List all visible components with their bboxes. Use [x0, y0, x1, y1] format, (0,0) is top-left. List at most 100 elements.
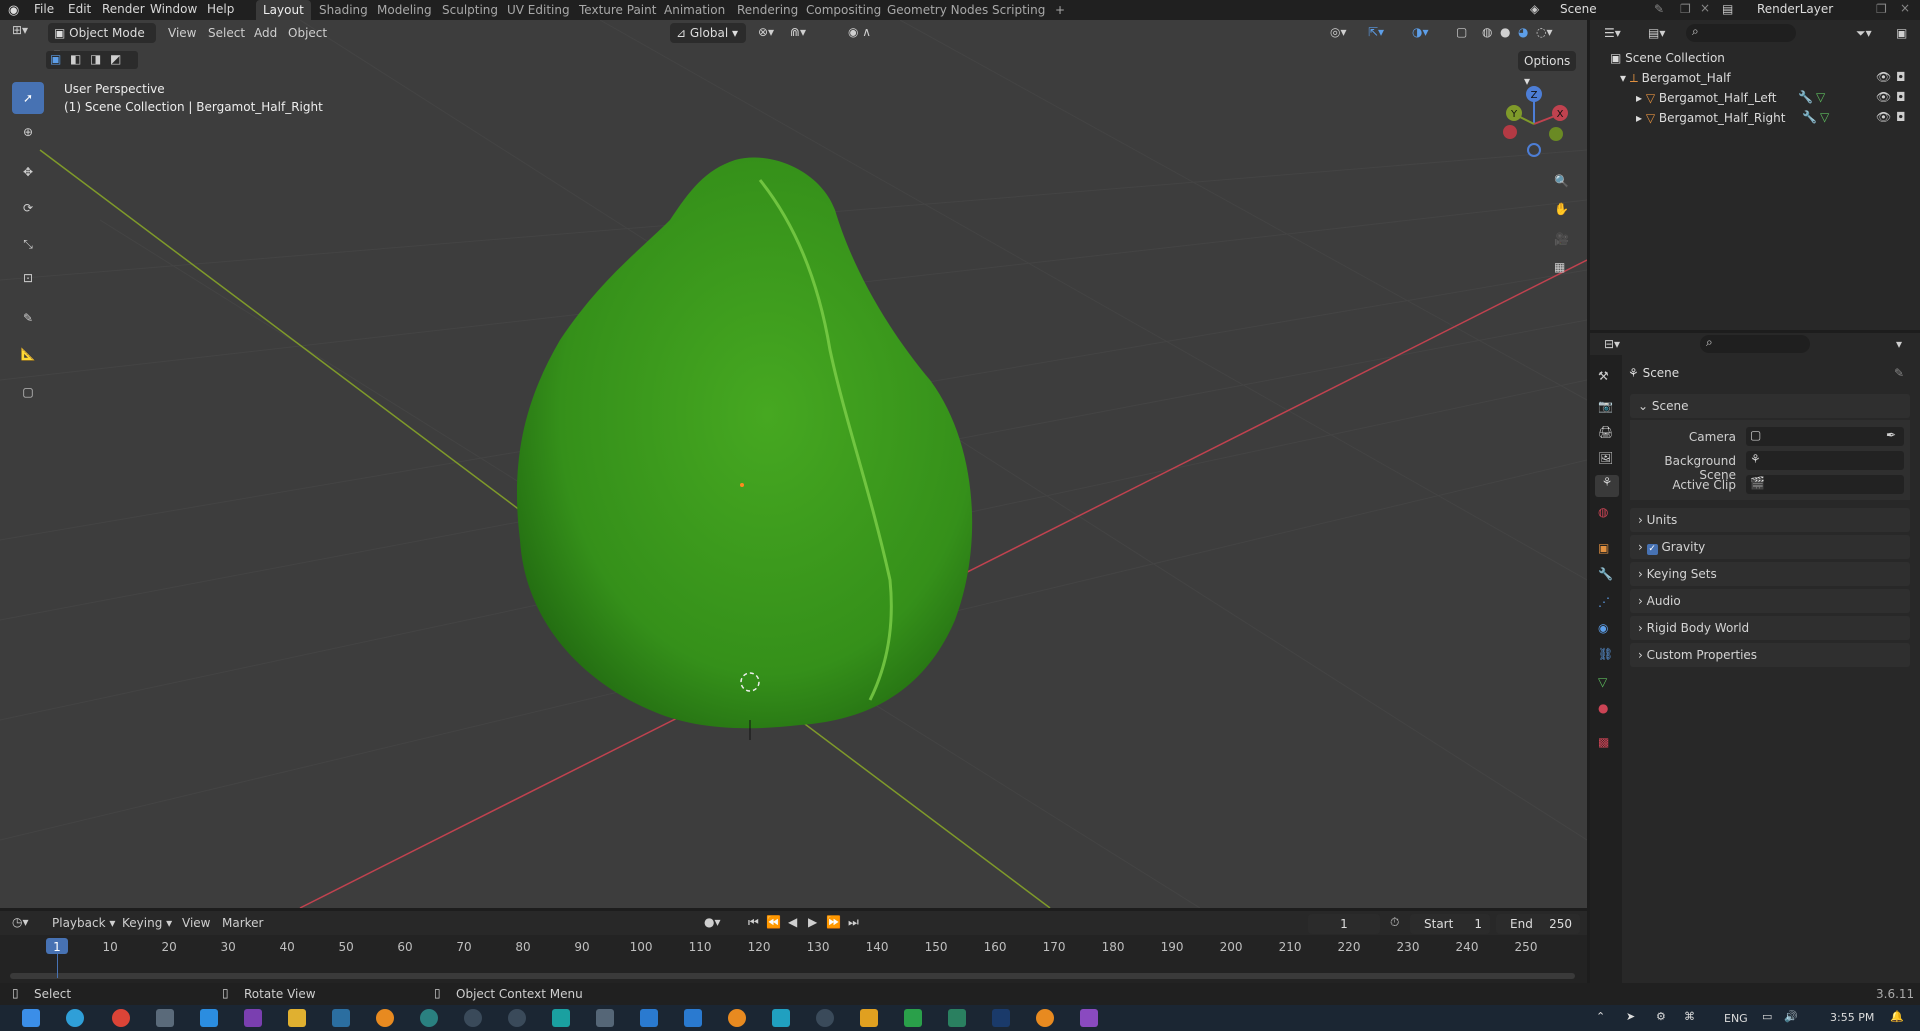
scene-tab-icon[interactable]: ⚘ [1595, 475, 1619, 497]
blender-logo-icon[interactable]: ◉ [8, 3, 19, 18]
pin-icon[interactable]: ✎ [1654, 2, 1664, 16]
eye-visibility-icon[interactable]: 👁 [1876, 90, 1891, 104]
ortho-grid-icon[interactable]: ▦ [1554, 260, 1565, 274]
mesh-data-icon[interactable]: ▽ [1820, 110, 1829, 124]
tray-app-icon[interactable]: ⚙ [1656, 1010, 1666, 1023]
properties-search-input[interactable]: ⌕ [1700, 335, 1810, 353]
file-explorer-icon[interactable] [288, 1009, 306, 1027]
tab-scripting[interactable]: Scripting [985, 0, 1052, 20]
gizmo-neg-z[interactable] [1527, 143, 1541, 157]
tab-uv-editing[interactable]: UV Editing [500, 0, 577, 20]
select-invert-icon[interactable]: ◩ [110, 52, 121, 66]
audio-panel-header[interactable]: › Audio [1630, 589, 1910, 613]
app-icon-1[interactable] [332, 1009, 350, 1027]
menu-help[interactable]: Help [207, 2, 234, 16]
painter-icon[interactable] [904, 1009, 922, 1027]
render-tab-icon[interactable]: 📷 [1598, 399, 1613, 413]
world-tab-icon[interactable]: ◍ [1598, 505, 1608, 519]
select-subtract-icon[interactable]: ◨ [90, 52, 101, 66]
menu-file[interactable]: File [34, 2, 54, 16]
visual-studio-icon[interactable] [1080, 1009, 1098, 1027]
viewport-menu-view[interactable]: View [168, 26, 196, 40]
visibility-icon[interactable]: ◎▾ [1330, 25, 1347, 39]
start-frame-field[interactable]: Start 1 [1410, 914, 1490, 934]
add-cube-tool[interactable]: ▢ [12, 376, 44, 408]
rendered-shading-icon[interactable]: ◌▾ [1536, 25, 1553, 39]
render-camera-icon[interactable]: ◘ [1896, 110, 1906, 124]
constraints-tab-icon[interactable]: ⛓ [1598, 647, 1613, 661]
tool-tab-icon[interactable]: ⚒ [1598, 369, 1609, 383]
prev-keyframe-icon[interactable]: ⏪ [766, 915, 781, 929]
timeline-menu-marker[interactable]: Marker [222, 916, 263, 930]
menu-render[interactable]: Render [102, 2, 145, 16]
blender-taskbar-icon[interactable] [376, 1009, 394, 1027]
cursor-tool[interactable]: ⊕ [12, 116, 44, 148]
blender-active-icon[interactable] [1036, 1009, 1054, 1027]
rotate-tool[interactable]: ⟳ [12, 192, 44, 224]
modifier-wrench-icon[interactable]: 🔧 [1798, 90, 1813, 104]
tray-chevron-icon[interactable]: ⌃ [1596, 1010, 1605, 1023]
gizmo-toggle-icon[interactable]: ⇱▾ [1368, 25, 1384, 39]
particles-tab-icon[interactable]: ⋰ [1598, 595, 1610, 609]
editor-type-icon[interactable]: ⊞▾ [12, 23, 28, 37]
xray-icon[interactable]: ▢ [1456, 25, 1467, 39]
jump-start-icon[interactable]: ⏮ [748, 915, 759, 930]
volume-icon[interactable]: 🔊 [1784, 1010, 1798, 1023]
language-indicator[interactable]: ENG [1724, 1012, 1748, 1025]
notification-bell-icon[interactable]: 🔔 [1890, 1010, 1904, 1023]
object-mode-dropdown[interactable]: ▣ Object Mode ▾ [48, 23, 156, 60]
app-icon-2[interactable] [420, 1009, 438, 1027]
viewport-menu-object[interactable]: Object [288, 26, 327, 40]
annotate-tool[interactable]: ✎ [12, 302, 44, 334]
pivot-icon[interactable]: ⊗▾ [758, 25, 774, 39]
app-icon-7[interactable] [772, 1009, 790, 1027]
options-dropdown[interactable]: Options ▾ [1518, 51, 1576, 88]
gravity-panel-header[interactable]: › ✓ Gravity [1630, 535, 1910, 559]
app-icon-8[interactable] [816, 1009, 834, 1027]
move-tool[interactable]: ✥ [12, 156, 44, 188]
timeline-menu-view[interactable]: View [182, 916, 210, 930]
tab-shading[interactable]: Shading [312, 0, 375, 20]
scene-name[interactable]: Scene [1560, 2, 1597, 16]
pin-icon[interactable]: ✎ [1894, 366, 1904, 380]
next-keyframe-icon[interactable]: ⏩ [826, 915, 841, 929]
obs-icon-2[interactable] [508, 1009, 526, 1027]
material-tab-icon[interactable]: ● [1598, 701, 1608, 715]
tab-geometry-nodes[interactable]: Geometry Nodes [880, 0, 995, 20]
designer-icon[interactable] [948, 1009, 966, 1027]
scene-selector-icon[interactable]: ◈ [1530, 2, 1539, 16]
expand-arrow-icon[interactable]: ▸ [1636, 111, 1646, 125]
eyedropper-icon[interactable]: ✒ [1886, 428, 1896, 442]
outliner-editor-icon[interactable]: ☰▾ [1604, 26, 1621, 40]
viewport-menu-add[interactable]: Add [254, 26, 277, 40]
outliner-item-bergamot-half-left[interactable]: ▸ ▽ Bergamot_Half_Left [1636, 88, 1776, 108]
tab-rendering[interactable]: Rendering [730, 0, 805, 20]
close-layer-icon[interactable]: × [1900, 1, 1910, 15]
blender-taskbar-icon-2[interactable] [728, 1009, 746, 1027]
expand-arrow-icon[interactable]: ▾ [1620, 71, 1630, 85]
play-reverse-icon[interactable]: ◀ [788, 915, 797, 929]
chrome-browser-icon[interactable] [112, 1009, 130, 1027]
expand-arrow-icon[interactable]: ▸ [1636, 91, 1646, 105]
transform-orientation-dropdown[interactable]: ⊿ Global ▾ [670, 23, 746, 43]
new-scene-icon[interactable]: ❐ [1680, 2, 1691, 16]
eye-visibility-icon[interactable]: 👁 [1876, 70, 1891, 84]
tab-compositing[interactable]: Compositing [799, 0, 888, 20]
modifier-tab-icon[interactable]: 🔧 [1598, 567, 1613, 581]
render-layer-name[interactable]: RenderLayer [1757, 2, 1833, 16]
outliner-item-bergamot-half[interactable]: ▾ ⟂ Bergamot_Half [1620, 68, 1731, 88]
gravity-checkbox[interactable]: ✓ [1646, 544, 1658, 555]
gizmo-neg-y[interactable] [1549, 127, 1563, 141]
outliner-item-bergamot-half-right[interactable]: ▸ ▽ Bergamot_Half_Right [1636, 108, 1785, 128]
timeline-menu-keying[interactable]: Keying ▾ [122, 916, 172, 930]
tab-sculpting[interactable]: Sculpting [435, 0, 505, 20]
onenote-icon[interactable] [244, 1009, 262, 1027]
steam-icon[interactable] [200, 1009, 218, 1027]
scene-panel-header[interactable]: ⌄ Scene [1630, 394, 1910, 418]
3d-viewport[interactable] [0, 20, 1587, 908]
material-shading-icon[interactable]: ◕ [1518, 25, 1528, 39]
new-collection-icon[interactable]: ▣ [1896, 26, 1907, 40]
app-icon-4[interactable] [596, 1009, 614, 1027]
edge-browser-icon[interactable] [66, 1009, 84, 1027]
jump-end-icon[interactable]: ⏭ [848, 915, 859, 930]
